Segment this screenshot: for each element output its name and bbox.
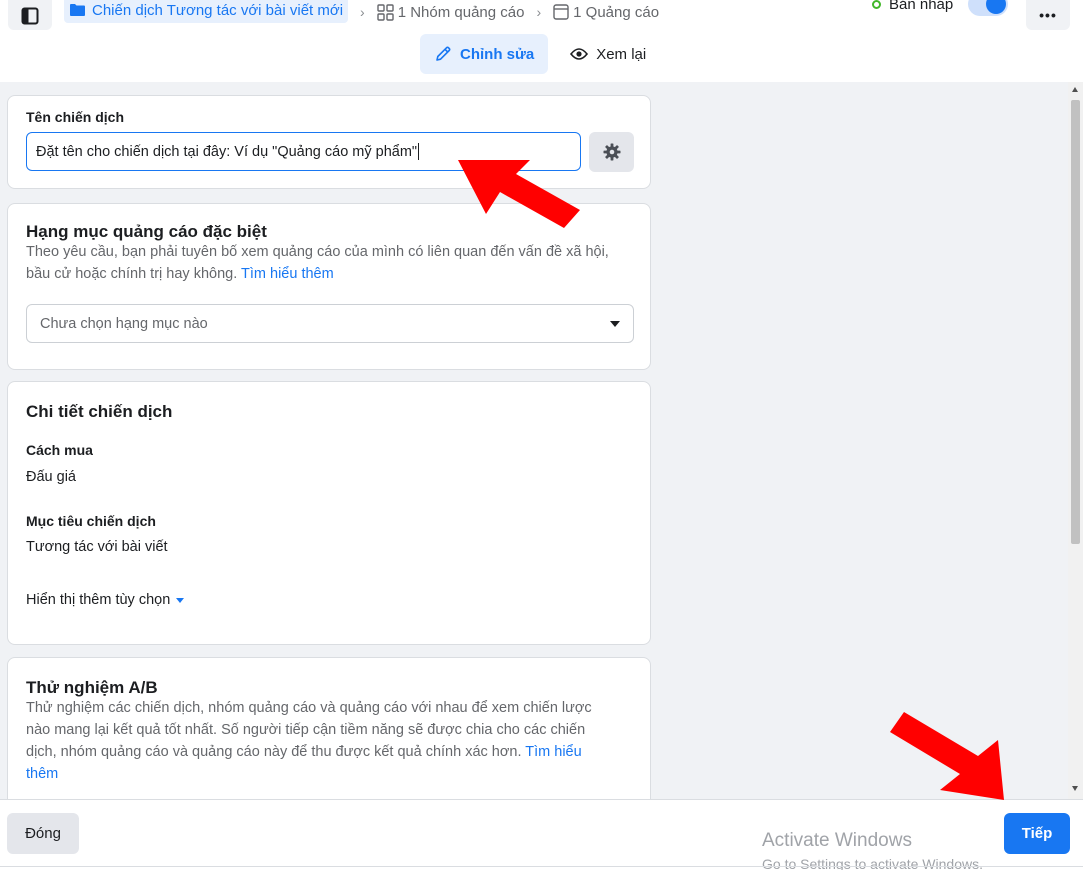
tab-edit-label: Chỉnh sửa <box>460 45 535 63</box>
footer-bar: Đóng Activate Windows Go to Settings to … <box>0 799 1083 870</box>
show-more-options-label: Hiển thị thêm tùy chọn <box>26 592 171 608</box>
scroll-up-arrow-icon[interactable] <box>1072 87 1078 92</box>
ab-test-learn-more-link-cont[interactable]: thêm <box>26 763 641 785</box>
ab-test-line3-wrap: dịch, nhóm quảng cáo và quảng cáo này để… <box>26 741 641 763</box>
special-category-desc-line2: bầu cử hoặc chính trị hay không. <box>26 266 238 282</box>
folder-icon <box>70 4 85 16</box>
tab-edit[interactable]: Chỉnh sửa <box>420 34 549 74</box>
campaign-details-title: Chi tiết chiến dịch <box>26 402 173 421</box>
scroll-down-arrow-icon[interactable] <box>1072 786 1078 791</box>
ab-test-line3: dịch, nhóm quảng cáo và quảng cáo này để… <box>26 744 522 760</box>
gear-icon <box>603 143 620 161</box>
ab-test-card: Thử nghiệm A/B Thử nghiệm các chiến dịch… <box>7 657 651 799</box>
special-category-desc-line1: Theo yêu cầu, bạn phải tuyên bố xem quản… <box>26 244 609 260</box>
eye-icon <box>570 48 589 60</box>
objective-value: Tương tác với bài viết <box>26 539 168 555</box>
tab-review-label: Xem lại <box>596 45 647 63</box>
special-category-desc-line2-wrap: bầu cử hoặc chính trị hay không. Tìm hiể… <box>26 263 641 285</box>
ellipsis-icon: ••• <box>1039 7 1057 23</box>
buying-type-value: Đấu giá <box>26 469 76 485</box>
close-button[interactable]: Đóng <box>7 813 79 854</box>
sidebar-toggle-button[interactable] <box>8 0 52 30</box>
breadcrumb-adset[interactable]: 1 Nhóm quảng cáo <box>377 3 525 21</box>
breadcrumb-campaign[interactable]: Chiến dịch Tương tác với bài viết mới <box>64 0 349 23</box>
special-category-learn-more-link[interactable]: Tìm hiểu thêm <box>241 266 334 282</box>
status-label: Bản nháp <box>889 0 954 13</box>
next-button[interactable]: Tiếp <box>1004 813 1070 854</box>
campaign-name-label: Tên chiến dịch <box>26 109 125 125</box>
show-more-options-link[interactable]: Hiển thị thêm tùy chọn <box>26 592 185 608</box>
status-dot-icon <box>872 0 881 9</box>
draft-toggle[interactable] <box>968 0 1008 16</box>
chevron-right-icon: › <box>360 4 365 20</box>
top-bar: Chiến dịch Tương tác với bài viết mới › … <box>0 0 1083 82</box>
activate-windows-subtitle: Go to Settings to activate Windows. <box>762 856 983 870</box>
pencil-icon <box>436 46 451 61</box>
special-category-select[interactable]: Chưa chọn hạng mục nào <box>26 304 634 343</box>
objective-label: Mục tiêu chiến dịch <box>26 513 156 529</box>
breadcrumb-ad-label: 1 Quảng cáo <box>573 3 660 21</box>
activate-windows-title: Activate Windows <box>762 830 912 851</box>
editor-main: Tên chiến dịch Đặt tên cho chiến dịch tạ… <box>0 82 1068 799</box>
campaign-name-value: Đặt tên cho chiến dịch tại đây: Ví dụ "Q… <box>36 143 418 160</box>
special-category-description: Theo yêu cầu, bạn phải tuyên bố xem quản… <box>26 241 641 285</box>
toggle-knob <box>986 0 1006 14</box>
caret-down-icon <box>610 320 620 327</box>
breadcrumb-adset-label: 1 Nhóm quảng cáo <box>397 3 525 21</box>
more-options-button[interactable]: ••• <box>1026 0 1070 30</box>
ab-test-line1: Thử nghiệm các chiến dịch, nhóm quảng cá… <box>26 700 592 716</box>
grid-icon <box>377 3 394 21</box>
special-category-select-placeholder: Chưa chọn hạng mục nào <box>40 315 208 332</box>
ad-frame-icon <box>553 4 569 20</box>
ab-test-title: Thử nghiệm A/B <box>26 678 158 697</box>
text-cursor <box>418 143 420 160</box>
caret-down-icon <box>176 597 185 603</box>
special-category-card: Hạng mục quảng cáo đặc biệt Theo yêu cầu… <box>7 203 651 370</box>
scrollbar-thumb[interactable] <box>1071 100 1080 544</box>
breadcrumb-ad[interactable]: 1 Quảng cáo <box>553 4 659 21</box>
sidebar-panel-icon <box>21 7 39 25</box>
scrollbar[interactable] <box>1068 82 1083 799</box>
breadcrumb-campaign-label: Chiến dịch Tương tác với bài viết mới <box>92 1 344 19</box>
tab-review[interactable]: Xem lại <box>556 34 660 74</box>
footer-divider <box>0 866 1083 867</box>
buying-type-label: Cách mua <box>26 442 93 458</box>
chevron-right-icon: › <box>536 4 542 20</box>
ab-test-line2: nào mang lại kết quả tốt nhất. Số người … <box>26 722 586 738</box>
breadcrumb: Chiến dịch Tương tác với bài viết mới › … <box>64 0 659 24</box>
draft-status: Bản nháp <box>872 0 953 13</box>
campaign-details-card: Chi tiết chiến dịch Cách mua Đấu giá Mục… <box>7 381 651 645</box>
campaign-name-card: Tên chiến dịch Đặt tên cho chiến dịch tạ… <box>7 95 651 189</box>
ab-test-learn-more-link[interactable]: Tìm hiểu <box>525 744 581 760</box>
campaign-name-settings-button[interactable] <box>589 132 634 172</box>
mode-tabs: Chỉnh sửa Xem lại <box>420 34 660 74</box>
special-category-title: Hạng mục quảng cáo đặc biệt <box>26 222 267 241</box>
ab-test-description: Thử nghiệm các chiến dịch, nhóm quảng cá… <box>26 697 641 785</box>
campaign-name-input[interactable]: Đặt tên cho chiến dịch tại đây: Ví dụ "Q… <box>26 132 581 171</box>
